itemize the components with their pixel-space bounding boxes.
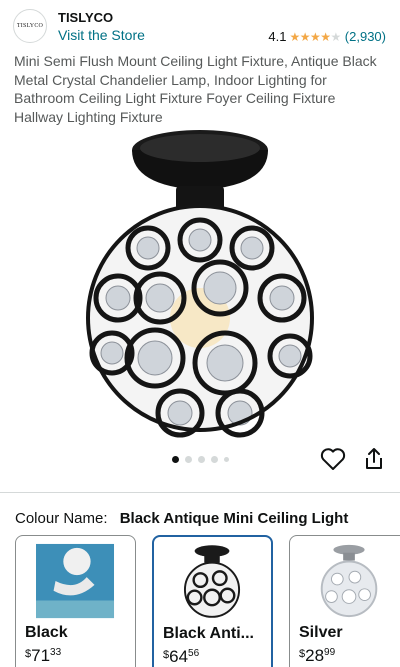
rating-value: 4.1 [268, 29, 287, 44]
pager-dot[interactable] [184, 456, 192, 463]
product-image[interactable] [60, 128, 340, 448]
variant-price: $7133 [25, 646, 62, 665]
rating-count[interactable]: (2,930) [345, 29, 386, 44]
variant-price: $6456 [163, 647, 200, 666]
pager-dot[interactable] [210, 456, 218, 463]
store-logo[interactable]: TISLYCO [13, 9, 47, 43]
store-header: TISLYCO TISLYCO Visit the Store 4.1 ★★★★… [0, 0, 400, 48]
variant-name: Silver [299, 624, 343, 641]
pager-dot[interactable] [171, 456, 179, 463]
variant-thumbnail [36, 543, 115, 619]
visit-store-link[interactable]: Visit the Store [58, 27, 145, 43]
colour-selection: Colour Name: Black Antique Mini Ceiling … [15, 510, 348, 527]
variant-silver[interactable]: Silver $2899 [289, 535, 400, 667]
colour-value: Black Antique Mini Ceiling Light [119, 510, 349, 527]
rating-summary[interactable]: 4.1 ★★★★★ (2,930) [268, 29, 386, 44]
variant-price: $2899 [299, 646, 336, 665]
variant-thumbnail [320, 544, 378, 618]
pager-dot[interactable] [223, 457, 229, 462]
heart-icon[interactable] [320, 447, 346, 471]
variant-name: Black Anti... [163, 625, 254, 642]
section-divider [0, 492, 400, 493]
variant-name: Black [25, 624, 68, 641]
variant-list: Black $7133 Black Anti... $6456 Silver $… [15, 535, 400, 667]
store-logo-text: TISLYCO [16, 23, 44, 29]
pager-dot[interactable] [197, 456, 205, 463]
variant-thumbnail [183, 545, 241, 618]
product-title: Mini Semi Flush Mount Ceiling Light Fixt… [14, 53, 377, 125]
star-rating-icon: ★★★★★ [289, 29, 342, 44]
share-icon[interactable] [362, 446, 386, 472]
variant-black-antique[interactable]: Black Anti... $6456 [152, 535, 273, 667]
colour-label: Colour Name: [15, 510, 108, 527]
variant-black[interactable]: Black $7133 [15, 535, 136, 667]
brand-name: TISLYCO [58, 10, 114, 25]
